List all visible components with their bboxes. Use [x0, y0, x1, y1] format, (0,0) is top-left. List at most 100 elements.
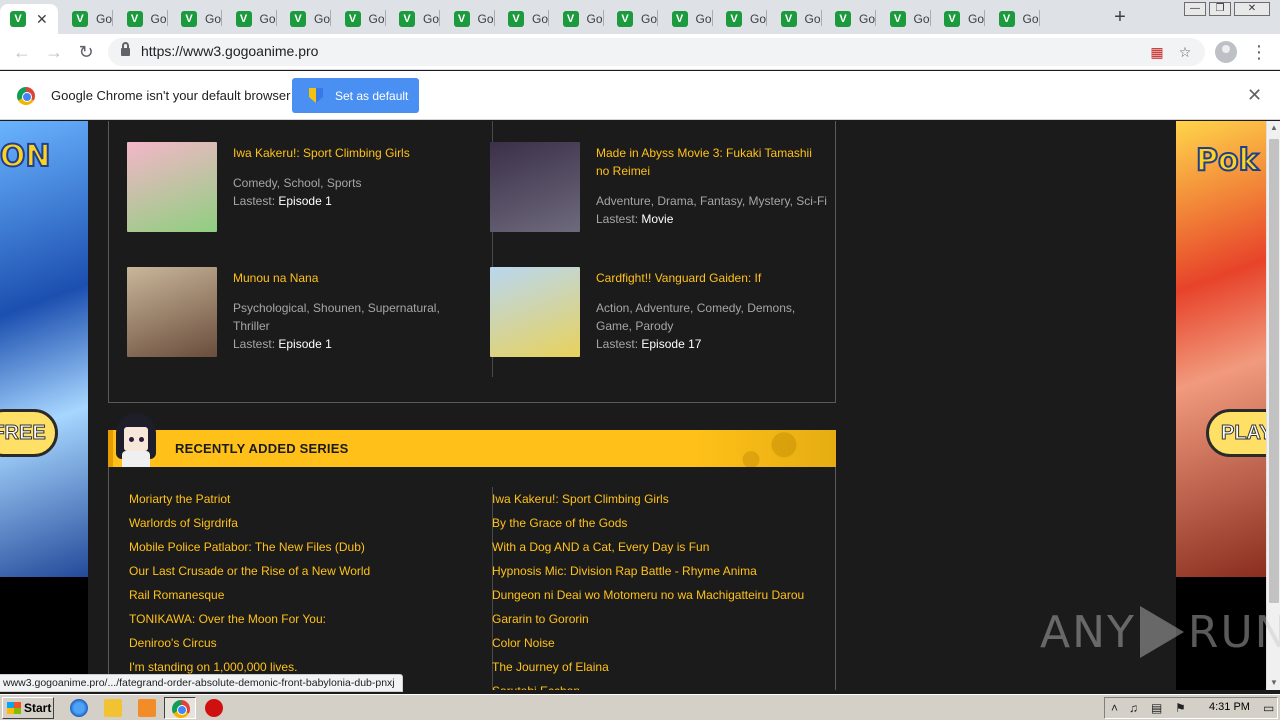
page-scrollbar[interactable]: ▲ ▼	[1266, 121, 1280, 690]
browser-tab[interactable]: V Gogo	[603, 4, 657, 34]
left-banner-ad[interactable]: MON FREE	[0, 121, 88, 577]
reload-icon[interactable]: ↻	[76, 42, 96, 62]
series-link[interactable]: With a Dog AND a Cat, Every Day is Fun	[492, 539, 709, 555]
latest-episode[interactable]: Lastest: Movie	[596, 210, 673, 228]
series-link[interactable]: Deniroo's Circus	[129, 635, 217, 651]
series-link[interactable]: Our Last Crusade or the Rise of a New Wo…	[129, 563, 370, 579]
security-alert-icon[interactable]	[205, 699, 223, 717]
browser-tab[interactable]: V Gogo	[930, 4, 984, 34]
series-link[interactable]: Rail Romanesque	[129, 587, 224, 603]
close-icon[interactable]: ✕	[1234, 2, 1270, 16]
site-favicon-icon: V	[399, 11, 415, 27]
anime-title-link[interactable]: Cardfight!! Vanguard Gaiden: If	[596, 269, 828, 287]
latest-value[interactable]: Movie	[641, 212, 673, 226]
right-ad-button[interactable]: PLAY	[1206, 409, 1266, 457]
tray-expand-icon[interactable]: ˄	[1111, 701, 1118, 715]
tab-label: Gogo	[1022, 12, 1039, 26]
anime-item[interactable]: Iwa Kakeru!: Sport Climbing Girls Comedy,…	[127, 142, 467, 234]
series-link[interactable]: Iwa Kakeru!: Sport Climbing Girls	[492, 491, 669, 507]
infobar-close-icon[interactable]: ✕	[1247, 86, 1262, 104]
chrome-taskbar-button[interactable]	[164, 697, 196, 719]
clock[interactable]: 4:31 PM	[1209, 701, 1250, 713]
profile-avatar[interactable]	[1215, 41, 1237, 63]
series-link[interactable]: Sarutobi Ecchan	[492, 683, 580, 690]
anime-item[interactable]: Made in Abyss Movie 3: Fukaki Tamashii n…	[490, 142, 830, 234]
browser-tab[interactable]: V Gogo	[167, 4, 221, 34]
tab-label: Gogo	[368, 12, 385, 26]
tab-label: Gogo	[205, 12, 221, 26]
browser-tab[interactable]: V Gogo	[331, 4, 385, 34]
back-icon[interactable]: ←	[12, 42, 32, 62]
bookmark-star-icon[interactable]: ☆	[1176, 43, 1194, 61]
browser-tab[interactable]: V Gogo	[712, 4, 766, 34]
media-player-icon[interactable]	[138, 699, 156, 717]
address-bar[interactable]: https://www3.gogoanime.pro ▦ ☆	[108, 38, 1205, 66]
anime-thumbnail[interactable]	[490, 142, 580, 232]
browser-tab[interactable]: V Gogo	[821, 4, 875, 34]
right-banner-ad[interactable]: Pok PLAY	[1176, 121, 1266, 577]
volume-icon[interactable]: ♫	[1129, 701, 1138, 715]
scroll-down-icon[interactable]: ▼	[1267, 676, 1280, 690]
tab-close-icon[interactable]: ✕	[36, 11, 48, 28]
browser-tab[interactable]: V Gogo	[494, 4, 548, 34]
latest-value[interactable]: Episode 17	[641, 337, 701, 351]
anime-genres: Action, Adventure, Comedy, Demons, Game,…	[596, 301, 796, 333]
new-tab-button[interactable]: +	[1108, 6, 1132, 30]
minimize-icon[interactable]: —	[1184, 2, 1206, 16]
series-link[interactable]: Warlords of Sigrdrifa	[129, 515, 238, 531]
series-link[interactable]: TONIKAWA: Over the Moon For You:	[129, 611, 326, 627]
series-link[interactable]: I'm standing on 1,000,000 lives.	[129, 659, 297, 675]
browser-tab[interactable]: V Gogo	[549, 4, 603, 34]
series-link[interactable]: Mobile Police Patlabor: The New Files (D…	[129, 539, 365, 555]
latest-value[interactable]: Episode 1	[278, 194, 331, 208]
latest-episode[interactable]: Lastest: Episode 1	[233, 192, 332, 210]
series-link[interactable]: Moriarty the Patriot	[129, 491, 230, 507]
browser-tab[interactable]: V ✕	[0, 4, 58, 34]
url-text[interactable]: https://www3.gogoanime.pro	[141, 43, 318, 59]
series-link[interactable]: By the Grace of the Gods	[492, 515, 627, 531]
series-link[interactable]: Color Noise	[492, 635, 555, 651]
browser-tab[interactable]: V Gogo	[222, 4, 276, 34]
anime-title-link[interactable]: Made in Abyss Movie 3: Fukaki Tamashii n…	[596, 144, 828, 180]
network-icon[interactable]: ▤	[1151, 701, 1162, 715]
latest-episode[interactable]: Lastest: Episode 1	[233, 335, 332, 353]
set-as-default-button[interactable]: Set as default	[292, 78, 419, 113]
anime-thumbnail[interactable]	[490, 267, 580, 357]
browser-tab[interactable]: V Gogo	[985, 4, 1039, 34]
series-link[interactable]: Hypnosis Mic: Division Rap Battle - Rhym…	[492, 563, 757, 579]
browser-tab[interactable]: V Gogo	[658, 4, 712, 34]
browser-tab[interactable]: V Gogo	[876, 4, 930, 34]
left-ad-button[interactable]: FREE	[0, 409, 58, 457]
flag-icon[interactable]: ⚑	[1175, 701, 1186, 715]
series-link[interactable]: Dungeon ni Deai wo Motomeru no wa Machig…	[492, 587, 804, 603]
browser-tab[interactable]: V Gogo	[767, 4, 821, 34]
anime-item[interactable]: Cardfight!! Vanguard Gaiden: If Action, A…	[490, 267, 830, 359]
menu-icon[interactable]: ⋮	[1250, 42, 1268, 62]
latest-value[interactable]: Episode 1	[278, 337, 331, 351]
anime-title-link[interactable]: Iwa Kakeru!: Sport Climbing Girls	[233, 144, 465, 162]
series-link[interactable]: Gararin to Gororin	[492, 611, 589, 627]
anime-item[interactable]: Munou na Nana Psychological, Shounen, Sup…	[127, 267, 467, 359]
system-tray: ˄ ♫ ▤ ⚑ 4:31 PM ▭	[1104, 697, 1278, 719]
browser-tab[interactable]: V Gogo	[440, 4, 494, 34]
forward-icon[interactable]: →	[44, 42, 64, 62]
restore-icon[interactable]: ❐	[1209, 2, 1231, 16]
latest-episode[interactable]: Lastest: Episode 17	[596, 335, 701, 353]
ie-icon[interactable]	[70, 699, 88, 717]
anime-thumbnail[interactable]	[127, 267, 217, 357]
scrollbar-thumb[interactable]	[1269, 139, 1279, 603]
anime-thumbnail[interactable]	[127, 142, 217, 232]
site-favicon-icon: V	[617, 11, 633, 27]
browser-tab[interactable]: V Gogo	[58, 4, 112, 34]
show-desktop-icon[interactable]: ▭	[1263, 701, 1274, 715]
scroll-up-icon[interactable]: ▲	[1267, 121, 1280, 135]
folder-icon[interactable]	[104, 699, 122, 717]
browser-tab[interactable]: V Gogo	[385, 4, 439, 34]
series-link[interactable]: The Journey of Elaina	[492, 659, 609, 675]
lock-icon[interactable]	[121, 42, 130, 57]
browser-tab[interactable]: V Gogo	[276, 4, 330, 34]
blocked-popup-icon[interactable]: ▦	[1148, 43, 1166, 61]
anime-title-link[interactable]: Munou na Nana	[233, 269, 465, 287]
browser-tab[interactable]: V Gogo	[113, 4, 167, 34]
start-button[interactable]: Start	[2, 697, 54, 719]
